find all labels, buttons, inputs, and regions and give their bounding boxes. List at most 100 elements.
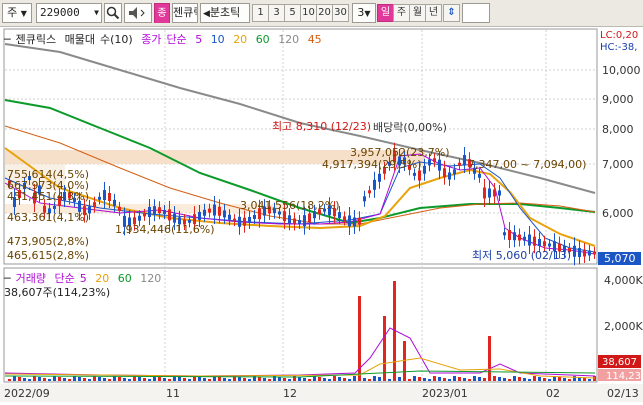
chart-area[interactable]: 최고 8,310 (12/23) 배당락(0,00%) 3,957,052(23… [0,28,643,402]
volume-bar [328,379,331,381]
sort-toggle-button[interactable]: ⇕ [443,4,460,22]
y-tick-label: 7,000 [602,158,634,171]
period-label: 20 [318,7,331,18]
candle-body [168,209,171,221]
volume-bar [478,377,481,381]
volume-bar [283,378,286,381]
lc-label: LC:0,20 [600,30,638,41]
volume-bar [168,379,171,381]
volume-bar [538,377,541,381]
volume-bar [263,378,266,381]
volume-bar [548,379,551,381]
volume-bar [563,378,566,381]
candle-body [548,243,551,247]
volume-profile-label: 473,905(2,8%) [7,235,89,248]
volume-bar [513,376,516,381]
volume-bar [83,378,86,381]
legend-ma-type: 단순 [166,33,187,46]
volume-bar [163,378,166,381]
candle-body [348,215,351,227]
candle-body [113,199,116,206]
volume-bar [28,379,31,381]
candle-body [233,218,236,222]
candle-body [443,168,446,178]
low-price-annotation: 최저 5,060 (02/13) [472,249,571,262]
candle-body [458,162,461,166]
candle-body [368,190,371,194]
candle-body [448,172,451,180]
x-tick-label: 12 [283,387,297,400]
yearly-button[interactable]: 년 [425,4,442,22]
volume-bar [353,376,356,381]
period-label: 월 [412,7,423,18]
volume-bar [423,378,426,381]
candle-body [143,213,146,217]
candle-body [298,219,301,224]
period-30-button[interactable]: 30 [332,4,349,22]
candle-body [503,232,506,236]
period-1-button[interactable]: 1 [252,4,269,22]
candle-body [413,172,416,176]
volume-bar [98,377,101,381]
volume-profile-label: 451,451(4,3%) [7,190,89,203]
candle-body [578,248,581,257]
volume-bar [383,316,386,381]
volume-y-tick: 4,000K [604,274,643,287]
daily-button[interactable]: 일 [377,4,394,22]
stock-name-text: 젠큐릭스 [173,6,197,19]
volume-bar [38,377,41,381]
volume-bar [158,377,161,381]
volume-bar [398,377,401,381]
stock-type-badge: 종 [154,3,170,23]
stock-chart-svg[interactable]: 최고 8,310 (12/23) 배당락(0,00%) 3,957,052(23… [0,28,643,402]
stock-code-input[interactable]: 229000 ▼ [36,3,102,23]
volume-bar [58,377,61,381]
volume-bar [363,378,366,381]
y-tick-label: 8,000 [602,123,634,136]
extra-input[interactable] [462,3,490,23]
weekly-button[interactable]: 주 [393,4,410,22]
stock-code-value: 229000 [40,6,80,19]
candle-body [508,230,511,240]
search-button[interactable] [104,3,122,23]
legend-ma10: 10 [210,33,225,46]
period-10-button[interactable]: 10 [300,4,317,22]
chart-toolbar: 주 ▼ 229000 ▼ 종 젠큐릭스 ◀분초틱 1 3 5 10 20 30 … [0,0,643,27]
volume-bar [593,376,596,381]
volume-bar [303,378,306,381]
volume-bar [33,376,36,381]
x-tick-label: 02 [546,387,560,400]
sound-button[interactable] [124,3,152,23]
up-down-arrow-icon: ⇕ [447,7,456,18]
candle-body [513,232,516,241]
volume-bar [483,378,486,381]
volume-bar [568,379,571,381]
market-select[interactable]: 주 ▼ [2,3,32,23]
candle-body [418,170,421,181]
candle-body [478,173,481,178]
period-count-select[interactable]: 3▼ [352,3,376,23]
volume-profile-label: 4,917,394(29,5%) [322,158,422,171]
volume-bar [18,377,21,381]
volume-profile-label: 1,934,446(11,6%) [115,223,215,236]
volume-bar [543,378,546,381]
period-5-button[interactable]: 5 [284,4,301,22]
monthly-button[interactable]: 월 [409,4,426,22]
volume-bar [88,379,91,381]
volume-bar [78,377,81,381]
volume-bar [238,377,241,381]
volume-ma60: 60 [117,272,132,285]
candle-body [148,206,151,217]
chevron-down-icon: ▼ [20,9,27,18]
period-3-button[interactable]: 3 [268,4,285,22]
candle-body [203,209,206,216]
candle-body [208,208,211,213]
interval-selector[interactable]: ◀분초틱 [200,3,250,23]
volume-bar [203,378,206,381]
interval-label: 분초틱 [209,6,241,19]
volume-bar [413,376,416,381]
candle-body [288,215,291,224]
x-tick-label: 2023/01 [422,387,468,400]
period-20-button[interactable]: 20 [316,4,333,22]
volume-bar [453,376,456,381]
